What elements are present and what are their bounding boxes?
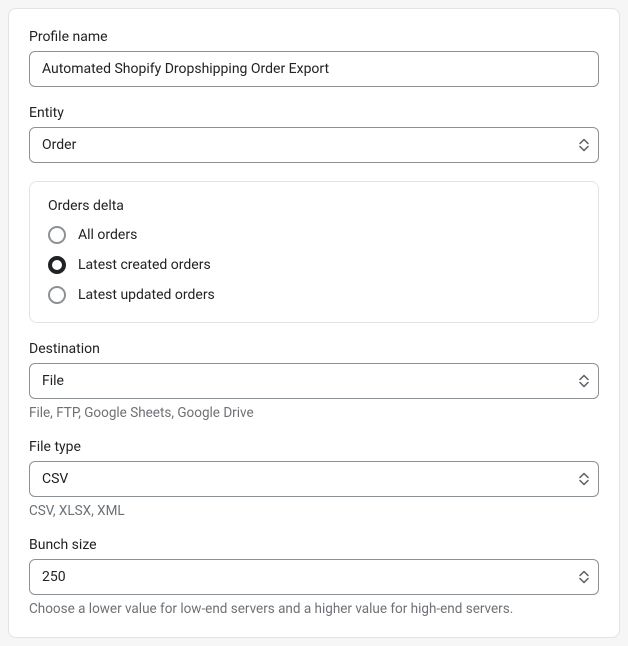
destination-select-wrap: File [29,363,599,399]
radio-label: Latest created orders [78,257,211,273]
profile-name-input[interactable] [29,51,599,87]
field-profile-name: Profile name [29,29,599,87]
orders-delta-title: Orders delta [48,198,580,214]
settings-card: Profile name Entity Order Orders delta A… [8,8,620,638]
bunch-size-select-wrap: 250 [29,559,599,595]
radio-latest-updated[interactable]: Latest updated orders [48,286,580,304]
radio-icon [48,226,66,244]
bunch-size-select[interactable]: 250 [29,559,599,595]
entity-select-wrap: Order [29,127,599,163]
destination-label: Destination [29,341,599,357]
file-type-label: File type [29,439,599,455]
radio-label: Latest updated orders [78,287,215,303]
radio-icon-checked [48,256,66,274]
bunch-size-value: 250 [42,569,66,585]
file-type-select[interactable]: CSV [29,461,599,497]
file-type-value: CSV [42,471,68,487]
file-type-select-wrap: CSV [29,461,599,497]
destination-select[interactable]: File [29,363,599,399]
field-file-type: File type CSV CSV, XLSX, XML [29,439,599,519]
profile-name-label: Profile name [29,29,599,45]
entity-label: Entity [29,105,599,121]
radio-all-orders[interactable]: All orders [48,226,580,244]
destination-help: File, FTP, Google Sheets, Google Drive [29,405,599,421]
entity-select[interactable]: Order [29,127,599,163]
orders-delta-group: Orders delta All orders Latest created o… [29,181,599,323]
field-entity: Entity Order [29,105,599,163]
field-destination: Destination File File, FTP, Google Sheet… [29,341,599,421]
radio-label: All orders [78,227,137,243]
destination-value: File [42,373,64,389]
bunch-size-label: Bunch size [29,537,599,553]
file-type-help: CSV, XLSX, XML [29,503,599,519]
radio-icon [48,286,66,304]
radio-latest-created[interactable]: Latest created orders [48,256,580,274]
field-bunch-size: Bunch size 250 Choose a lower value for … [29,537,599,617]
entity-value: Order [42,137,76,153]
